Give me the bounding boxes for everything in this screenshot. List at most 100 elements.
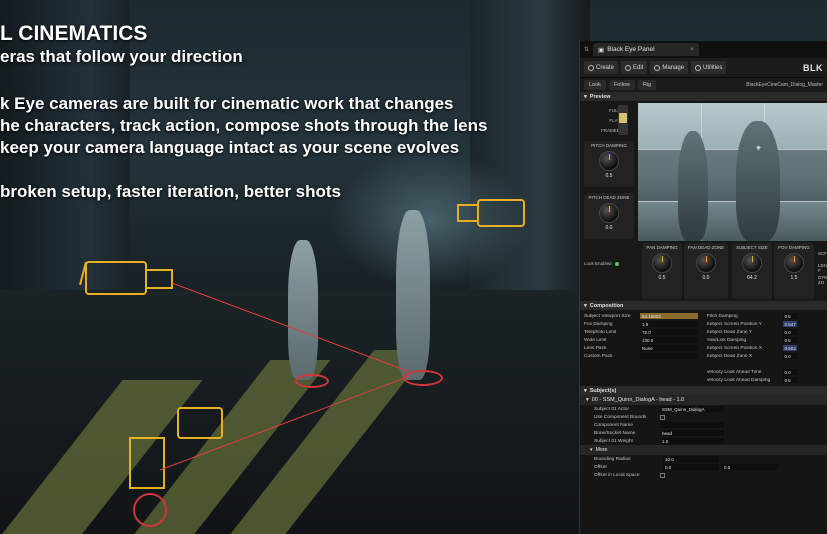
- property-label: Subject 01 Actor: [594, 406, 629, 412]
- property-field[interactable]: [660, 422, 724, 428]
- property-field[interactable]: 0.547: [782, 321, 797, 327]
- property-label: Velocity Look Ahead Time: [706, 369, 762, 375]
- subject-size-knob[interactable]: [742, 253, 762, 273]
- property-label: Subject Dead Zone Y: [706, 329, 753, 335]
- manage-button[interactable]: Manage: [650, 61, 689, 74]
- panel-tab-title: Black Eye Panel: [607, 46, 655, 53]
- mode-look[interactable]: Look: [584, 80, 606, 90]
- panel-tab[interactable]: ▣ Black Eye Panel ×: [593, 43, 700, 56]
- pan-damping-knob[interactable]: [652, 253, 672, 273]
- sight-line: [159, 375, 411, 471]
- property-field[interactable]: 0.0: [663, 464, 719, 470]
- subject-size-label: SUBJECT SIZE: [736, 245, 768, 250]
- mode-bar: Look Follow Rig BlackEyeCineCam_Dialog_M…: [580, 78, 827, 92]
- pitch-damping-control: PITCH DAMPING 0.5: [584, 141, 634, 187]
- fov-damping-control: FOV DAMPING 1.5: [774, 243, 814, 299]
- property-label: Offset: [594, 464, 607, 470]
- property-label: Subject Screen Position Y: [706, 321, 762, 327]
- guide-line: [638, 149, 827, 150]
- pitch-dead-zone-value: 0.0: [605, 225, 613, 231]
- framing-framed[interactable]: FRAMED: [584, 125, 636, 135]
- property-field[interactable]: 1.5: [640, 321, 698, 327]
- manage-icon: [654, 64, 661, 71]
- property-label: Subject 01 Weight: [594, 438, 633, 444]
- manage-label: Manage: [662, 64, 685, 71]
- property-field[interactable]: 0.0: [782, 353, 797, 359]
- property-field[interactable]: 0.0: [722, 464, 778, 470]
- property-field[interactable]: 1.0: [660, 438, 724, 444]
- pan-dead-zone-knob[interactable]: [696, 253, 716, 273]
- pan-dead-zone-control: PAN DEAD ZONE 0.0: [684, 243, 728, 299]
- composition-row: Fov Damping 1.5: [584, 320, 701, 328]
- composition-row: Telephoto Limit 72.0: [584, 328, 701, 336]
- crosshair-icon: ⌖: [756, 143, 762, 153]
- fov-damping-knob[interactable]: [784, 253, 804, 273]
- property-field[interactable]: 0.0: [782, 369, 797, 375]
- pan-damping-label: PAN DAMPING: [646, 245, 678, 250]
- framing-flat[interactable]: FLAT: [584, 115, 636, 125]
- property-field[interactable]: [640, 353, 698, 359]
- composition-row: Subject Dead Zone Y 0.0: [707, 328, 824, 336]
- pitch-dead-zone-control: PITCH DEAD ZONE 0.0: [584, 193, 634, 239]
- property-label: Subject Viewport Size: [584, 313, 631, 319]
- property-field[interactable]: SSM_Quinn_DialogA: [660, 406, 724, 412]
- status-dot-icon: [614, 261, 619, 266]
- property-field[interactable]: 0.502: [782, 345, 797, 351]
- subjects-header[interactable]: ▾ Subject(s): [580, 386, 827, 395]
- property-field[interactable]: None: [640, 345, 698, 351]
- pin-icon[interactable]: ⇅: [584, 46, 589, 53]
- local-space-checkbox[interactable]: [660, 472, 665, 478]
- panel-tabbar: ⇅ ▣ Black Eye Panel ×: [580, 41, 827, 58]
- look-enabled-label: Look Enabled: [584, 261, 612, 266]
- preview-figure-a: [678, 131, 708, 241]
- property-field[interactable]: 130.0: [640, 337, 698, 343]
- property-label: Wide Limit: [584, 337, 607, 343]
- property-field[interactable]: 72.0: [640, 329, 698, 335]
- framing-zone: [638, 149, 827, 201]
- framing-fader[interactable]: [618, 105, 628, 135]
- subject-rows: Subject 01 Actor SSM_Quinn_DialogA Use Com…: [580, 405, 827, 445]
- composition-header[interactable]: ▾ Composition: [580, 301, 827, 310]
- property-field[interactable]: 10.0: [663, 456, 719, 462]
- fader-handle[interactable]: [619, 113, 627, 123]
- pitch-dead-zone-knob[interactable]: [599, 203, 619, 223]
- pitch-damping-value: 0.5: [605, 173, 613, 179]
- brand-logo: BLK: [803, 62, 823, 73]
- subject-entry-title: 00 - SSM_Quinn_DialogA - head - 1.0: [591, 397, 685, 403]
- subject-entry-header[interactable]: ▾ 00 - SSM_Quinn_DialogA - head - 1.0: [580, 395, 827, 405]
- composition-row: Lens Pack None: [584, 344, 701, 352]
- composition-row: [707, 360, 824, 368]
- property-field[interactable]: head: [660, 430, 724, 436]
- property-field[interactable]: 0.0: [782, 329, 797, 335]
- panel-icon: ▣: [598, 46, 605, 54]
- subject-row: Component Name: [580, 421, 827, 429]
- property-field[interactable]: 0.5: [782, 377, 797, 383]
- pitch-dead-zone-label: PITCH DEAD ZONE: [588, 195, 630, 200]
- composition-row: Subject Screen Position X 0.502: [707, 344, 824, 352]
- camera-preview-viewport[interactable]: ⌖: [638, 103, 827, 241]
- property-label: Use Component Bounds: [594, 414, 647, 420]
- property-field[interactable]: 0.5: [782, 337, 797, 343]
- use-bounds-checkbox[interactable]: [660, 414, 665, 420]
- mode-rig[interactable]: Rig: [637, 80, 657, 90]
- property-field[interactable]: 0.5: [782, 313, 797, 319]
- subject-row: Bone/Socket Name head: [580, 429, 827, 437]
- headline: L CINEMATICS: [0, 22, 148, 45]
- edit-label: Edit: [633, 64, 644, 71]
- mode-follow[interactable]: Follow: [608, 80, 635, 90]
- property-field[interactable]: 64.19802: [640, 313, 698, 319]
- camera-gizmo-bottom: [129, 407, 223, 489]
- look-enabled-toggle[interactable]: Look Enabled: [584, 261, 619, 266]
- composition-title: Composition: [589, 302, 624, 309]
- pitch-damping-knob[interactable]: [599, 151, 619, 171]
- edit-button[interactable]: Edit: [621, 61, 648, 74]
- create-button[interactable]: Create: [584, 61, 619, 74]
- close-icon[interactable]: ×: [690, 46, 694, 53]
- preview-header[interactable]: ▾ Preview: [580, 92, 827, 101]
- composition-row: Velocity Look Ahead Time 0.0: [707, 368, 824, 376]
- subjects-title: Subject(s): [589, 387, 617, 394]
- more-header[interactable]: ▾ More: [580, 445, 827, 455]
- framing-full[interactable]: FULL: [584, 105, 636, 115]
- composition-row: Custom Pack: [584, 352, 701, 360]
- utilities-button[interactable]: Utilities: [691, 61, 727, 74]
